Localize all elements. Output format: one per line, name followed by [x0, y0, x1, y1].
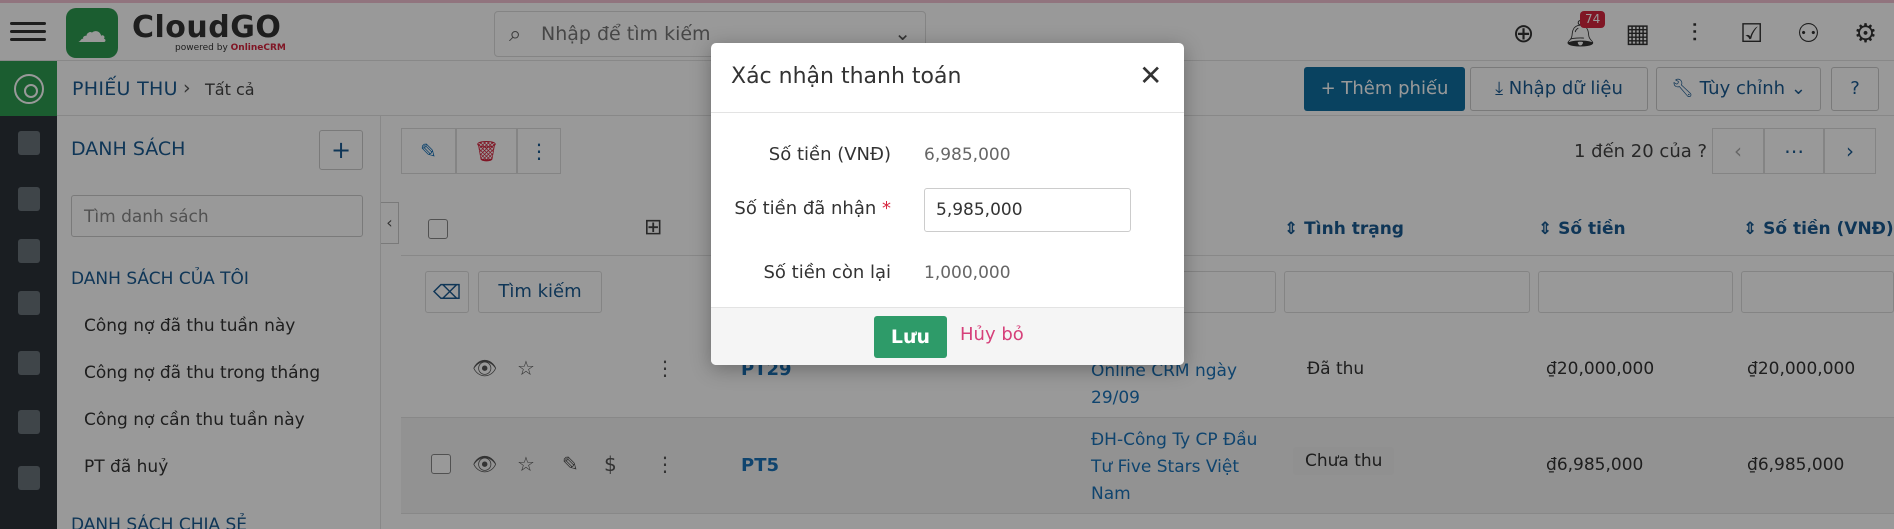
remaining-label: Số tiền còn lại: [763, 262, 892, 283]
amount-value: 6,985,000: [924, 145, 1011, 165]
remaining-value: 1,000,000: [924, 263, 1011, 283]
dialog-footer: Lưu Hủy bỏ: [711, 307, 1184, 365]
dialog-title: Xác nhận thanh toán: [731, 64, 962, 89]
close-icon[interactable]: ✕: [1139, 59, 1162, 92]
received-label: Số tiền đã nhận *: [734, 198, 891, 219]
received-amount-input[interactable]: 5,985,000: [924, 188, 1131, 232]
payment-confirm-dialog: Xác nhận thanh toán ✕ Số tiền (VNĐ) 6,98…: [711, 43, 1184, 365]
cancel-button[interactable]: Hủy bỏ: [960, 324, 1024, 345]
dialog-header: Xác nhận thanh toán ✕: [711, 43, 1184, 113]
amount-label: Số tiền (VNĐ): [768, 144, 891, 165]
save-button[interactable]: Lưu: [874, 316, 947, 358]
